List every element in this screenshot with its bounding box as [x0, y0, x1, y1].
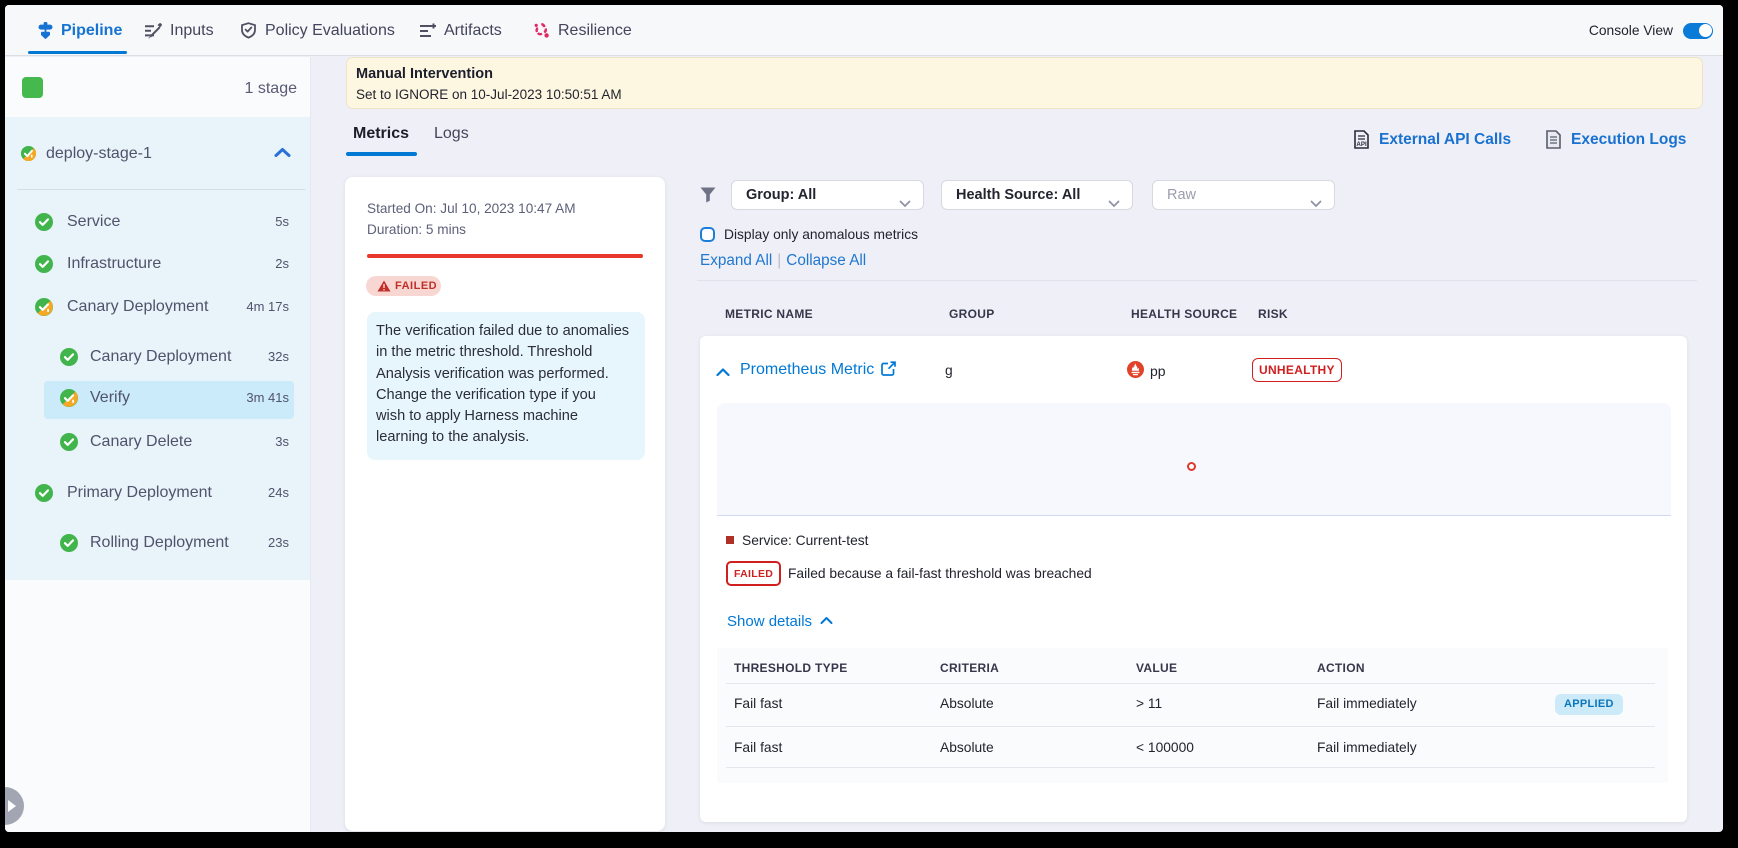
svg-text:API: API: [1356, 141, 1367, 148]
